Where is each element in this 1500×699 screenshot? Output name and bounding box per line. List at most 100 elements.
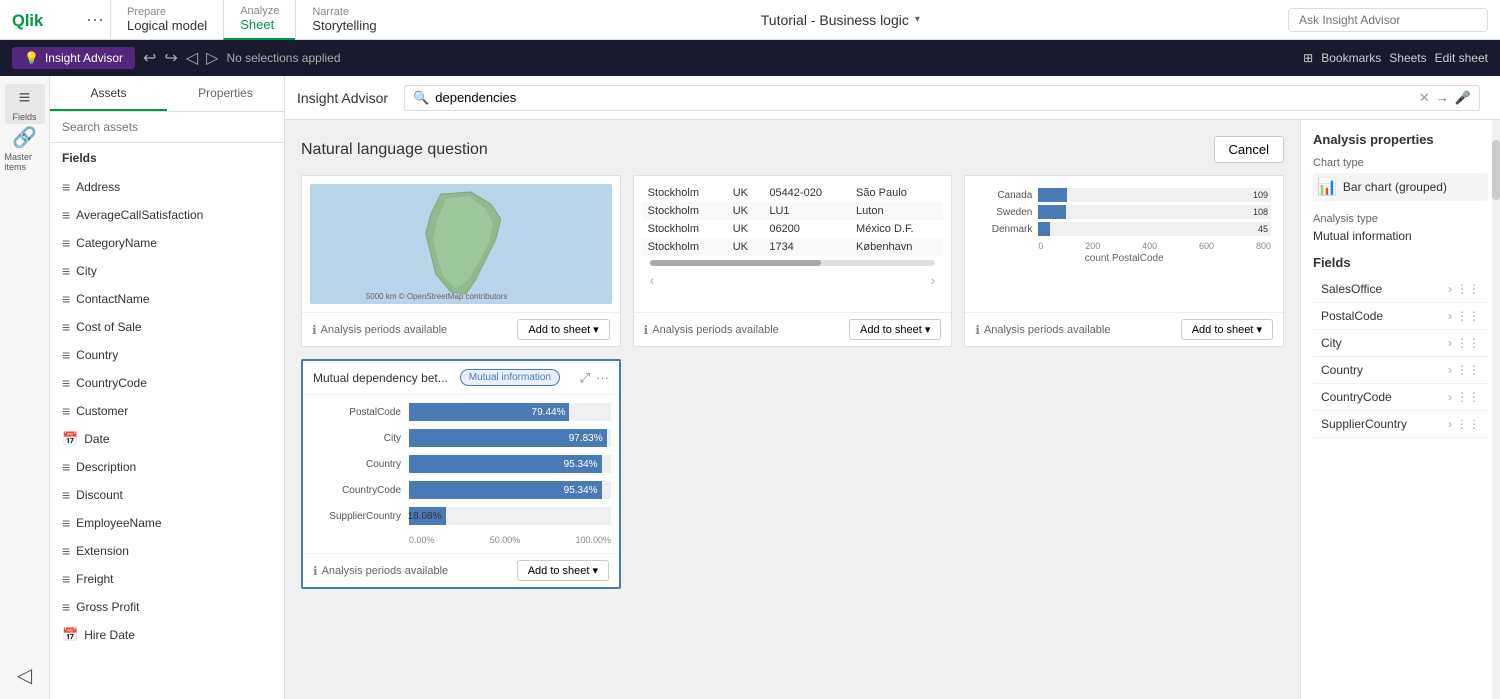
info-icon-map: ℹ xyxy=(312,323,317,337)
undo-icon[interactable]: ↩ xyxy=(143,48,156,68)
expand-left-btn[interactable]: ◁ xyxy=(5,655,45,695)
tab-properties[interactable]: Properties xyxy=(167,76,284,111)
toolbar-right: ⊞ Bookmarks Sheets Edit sheet xyxy=(1303,51,1488,65)
chart-card-bar: Canada 109 Sweden xyxy=(964,175,1284,347)
grid-icon[interactable]: ⊞ xyxy=(1303,51,1313,65)
right-panel-scrollbar[interactable] xyxy=(1492,120,1500,699)
field-item-costofsale[interactable]: ≡ Cost of Sale xyxy=(50,313,284,341)
charts-area: Natural language question Cancel xyxy=(285,120,1300,699)
charts-row-bottom: Mutual dependency bet... Mutual informat… xyxy=(301,359,1284,589)
bar-track: 109 xyxy=(1038,188,1271,202)
expand-icon[interactable]: ⤢ xyxy=(580,370,590,386)
field-text-icon: ≡ xyxy=(62,179,70,195)
field-item-categoryname[interactable]: ≡ CategoryName xyxy=(50,229,284,257)
field-item-hiredate[interactable]: 📅 Hire Date xyxy=(50,621,284,649)
bar-fill xyxy=(1038,222,1050,236)
drag-handle-icon[interactable]: ⋮⋮ xyxy=(1456,309,1480,323)
add-to-sheet-bar[interactable]: Add to sheet ▾ xyxy=(1181,319,1273,340)
field-item-contactname[interactable]: ≡ ContactName xyxy=(50,285,284,313)
sheets-btn[interactable]: Sheets xyxy=(1389,51,1426,65)
search-assets-input[interactable] xyxy=(50,112,284,143)
field-text-icon: ≡ xyxy=(62,375,70,391)
edit-sheet-btn[interactable]: Edit sheet xyxy=(1435,51,1488,65)
bookmarks-btn[interactable]: Bookmarks xyxy=(1321,51,1381,65)
clear-search-icon[interactable]: ✕ xyxy=(1419,90,1430,106)
nav-prepare[interactable]: Prepare Logical model xyxy=(110,0,223,40)
chevron-right-icon[interactable]: › xyxy=(1448,417,1452,431)
dropdown-icon: ▾ xyxy=(592,564,598,577)
tab-assets[interactable]: Assets xyxy=(50,76,167,111)
bar-row-canada: Canada 109 xyxy=(977,188,1271,202)
drag-handle-icon[interactable]: ⋮⋮ xyxy=(1456,363,1480,377)
drag-handle-icon[interactable]: ⋮⋮ xyxy=(1456,282,1480,296)
chevron-right-icon[interactable]: › xyxy=(1448,309,1452,323)
table-row: Stockholm UK 1734 København xyxy=(642,238,944,256)
add-to-sheet-table[interactable]: Add to sheet ▾ xyxy=(849,319,941,340)
scroll-left-icon[interactable]: ‹ xyxy=(650,272,655,288)
add-to-sheet-mutual[interactable]: Add to sheet ▾ xyxy=(517,560,609,581)
mic-icon[interactable]: 🎤 xyxy=(1455,90,1471,106)
field-item-freight[interactable]: ≡ Freight xyxy=(50,565,284,593)
field-item-countrycode[interactable]: ≡ CountryCode xyxy=(50,369,284,397)
search-input[interactable] xyxy=(435,90,1413,105)
cancel-button[interactable]: Cancel xyxy=(1214,136,1284,163)
nav-dots-menu[interactable]: ··· xyxy=(80,9,110,30)
nav-analyze[interactable]: Analyze Sheet xyxy=(223,0,295,40)
chevron-right-icon[interactable]: › xyxy=(1448,336,1452,350)
analysis-type-label: Analysis type xyxy=(1313,213,1488,225)
chevron-right-icon[interactable]: › xyxy=(1448,282,1452,296)
field-item-description[interactable]: ≡ Description xyxy=(50,453,284,481)
main-layout: ≡ Fields 🔗 Master items ◁ Assets Propert… xyxy=(0,76,1500,699)
mutual-bar-fill: 97.83% xyxy=(409,429,607,447)
chart-card-map-body: 5000 km © OpenStreetMap contributors xyxy=(302,176,620,312)
master-items-icon-btn[interactable]: 🔗 Master items xyxy=(5,128,45,168)
chart-type-row[interactable]: 📊 Bar chart (grouped) xyxy=(1313,173,1488,201)
field-item-date[interactable]: 📅 Date xyxy=(50,425,284,453)
field-item-city[interactable]: ≡ City xyxy=(50,257,284,285)
back-icon[interactable]: ◁ xyxy=(186,48,198,68)
field-text-icon: ≡ xyxy=(62,571,70,587)
chart-card-table-footer: ℹ Analysis periods available Add to shee… xyxy=(634,312,952,346)
scroll-right-icon[interactable]: › xyxy=(931,272,936,288)
table-row: Stockholm UK 05442-020 São Paulo xyxy=(642,184,944,202)
field-row-icons: › ⋮⋮ xyxy=(1448,417,1480,431)
drag-handle-icon[interactable]: ⋮⋮ xyxy=(1456,417,1480,431)
field-item-customer[interactable]: ≡ Customer xyxy=(50,397,284,425)
forward-icon[interactable]: ▷ xyxy=(206,48,218,68)
field-item-address[interactable]: ≡ Address xyxy=(50,173,284,201)
nav-narrate[interactable]: Narrate Storytelling xyxy=(295,0,392,40)
bar-track: 108 xyxy=(1038,205,1271,219)
field-item-country[interactable]: ≡ Country xyxy=(50,341,284,369)
chart-type-section: Chart type 📊 Bar chart (grouped) xyxy=(1313,157,1488,201)
more-options-icon[interactable]: ··· xyxy=(596,370,609,386)
bar-fill xyxy=(1038,188,1066,202)
mutual-actions: ⤢ ··· xyxy=(580,370,609,386)
field-item-employeename[interactable]: ≡ EmployeeName xyxy=(50,509,284,537)
bar-row-sweden: Sweden 108 xyxy=(977,205,1271,219)
analysis-periods-map: Analysis periods available xyxy=(321,324,448,336)
field-text-icon: ≡ xyxy=(62,235,70,251)
mutual-bar-fill: 95.34% xyxy=(409,481,602,499)
table-row: Stockholm UK 06200 México D.F. xyxy=(642,220,944,238)
mutual-bar-country: Country 95.34% xyxy=(311,455,611,473)
analysis-periods-mutual: Analysis periods available xyxy=(322,565,449,577)
drag-handle-icon[interactable]: ⋮⋮ xyxy=(1456,390,1480,404)
map-visualization: 5000 km © OpenStreetMap contributors xyxy=(310,184,612,304)
field-item-extension[interactable]: ≡ Extension xyxy=(50,537,284,565)
field-item-discount[interactable]: ≡ Discount xyxy=(50,481,284,509)
field-item-avgcallsat[interactable]: ≡ AverageCallSatisfaction xyxy=(50,201,284,229)
field-item-grossprofit[interactable]: ≡ Gross Profit xyxy=(50,593,284,621)
chart-type-label: Chart type xyxy=(1313,157,1488,169)
submit-search-icon[interactable]: → xyxy=(1436,90,1449,105)
bar-chart-mini: Canada 109 Sweden xyxy=(973,184,1275,268)
horizontal-scrollbar[interactable] xyxy=(650,260,936,266)
drag-handle-icon[interactable]: ⋮⋮ xyxy=(1456,336,1480,350)
mutual-bar-fill: 95.34% xyxy=(409,455,602,473)
chevron-right-icon[interactable]: › xyxy=(1448,390,1452,404)
add-to-sheet-map[interactable]: Add to sheet ▾ xyxy=(517,319,609,340)
insight-advisor-toggle[interactable]: 💡 Insight Advisor xyxy=(12,47,135,69)
redo-icon[interactable]: ↪ xyxy=(164,48,177,68)
chevron-right-icon[interactable]: › xyxy=(1448,363,1452,377)
fields-icon-btn[interactable]: ≡ Fields xyxy=(5,84,45,124)
ask-advisor-input[interactable] xyxy=(1288,8,1488,32)
